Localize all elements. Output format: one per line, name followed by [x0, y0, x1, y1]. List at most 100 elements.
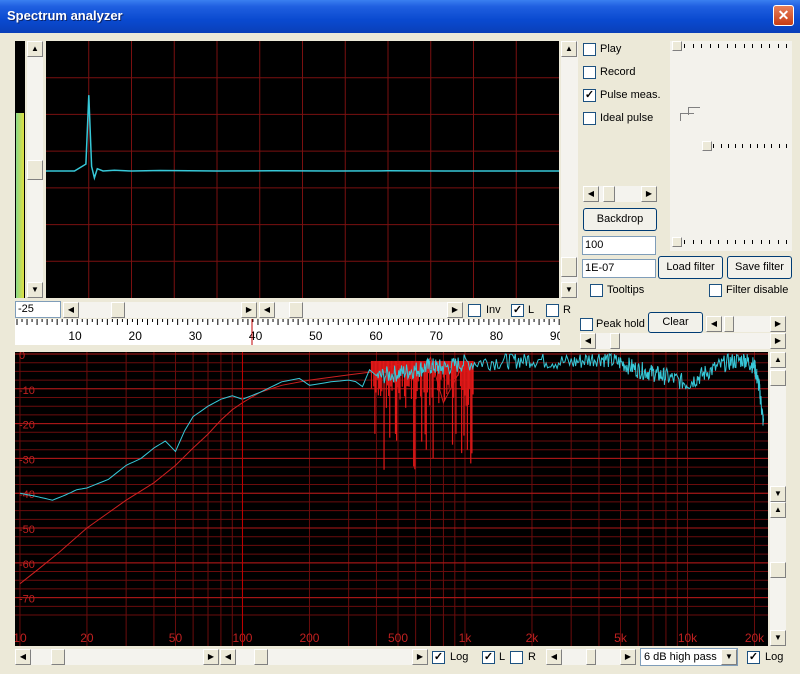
lower-log-label: Log [450, 651, 469, 663]
scroll-down-icon[interactable]: ▼ [770, 486, 786, 502]
scroll-left-icon[interactable]: ◀ [259, 302, 275, 318]
inv-checkbox[interactable] [468, 304, 481, 317]
scroll-thumb[interactable] [111, 302, 125, 318]
scroll-thumb[interactable] [254, 649, 268, 665]
value-1e07-input[interactable]: 1E-07 [582, 259, 656, 278]
slider-tick [764, 144, 766, 148]
scroll-right-icon[interactable]: ▶ [620, 649, 636, 665]
slider-tick [701, 240, 703, 244]
x-tick-label: 20 [80, 631, 94, 645]
time-scroll-1[interactable]: ◀ ▶ [63, 302, 257, 318]
scroll-up-icon[interactable]: ▲ [27, 41, 43, 57]
scroll-thumb[interactable] [27, 160, 43, 180]
filter-sliders-panel[interactable] [670, 41, 792, 251]
slider-thumb[interactable] [672, 237, 682, 247]
peak-hold-label: Peak hold [596, 318, 645, 330]
scroll-thumb[interactable] [770, 370, 786, 386]
freq-range-scrollbar[interactable]: ◀ ▶ [580, 333, 786, 349]
spectrum-hscroll-3[interactable]: ◀ ▶ [546, 649, 636, 665]
chevron-down-icon[interactable]: ▼ [721, 649, 737, 665]
scroll-thumb[interactable] [289, 302, 303, 318]
level-meter [15, 41, 25, 298]
scroll-thumb[interactable] [770, 562, 786, 578]
scroll-left-icon[interactable]: ◀ [220, 649, 236, 665]
filter-slider-bottom[interactable] [670, 237, 792, 251]
spectrum-plot: 0-10-20-30-40-50-60-7010 20 50 100 200 500 1k 2… [15, 352, 768, 646]
spectrum-scrollbar-a[interactable]: ▲ ▼ [770, 352, 786, 502]
filter-type-select[interactable]: 6 dB high pass ▼ [640, 648, 738, 666]
x-tick-label: 10 [15, 631, 27, 645]
scroll-thumb[interactable] [51, 649, 65, 665]
lower-log-checkbox[interactable]: ✓ [432, 651, 445, 664]
value-100-input[interactable]: 100 [582, 236, 656, 255]
spectrum-hscroll-2[interactable]: ◀ ▶ [220, 649, 428, 665]
x-tick-label: 200 [299, 631, 319, 645]
scroll-left-icon[interactable]: ◀ [706, 316, 722, 332]
scroll-thumb[interactable] [724, 316, 734, 332]
slider-tick [735, 144, 737, 148]
x-tick-label: 5k [614, 631, 628, 645]
tooltips-checkbox[interactable] [590, 284, 603, 297]
pulse-meas-checkbox[interactable]: ✓ [583, 89, 596, 102]
ideal-pulse-checkbox[interactable] [583, 112, 596, 125]
upper-l-checkbox[interactable]: ✓ [511, 304, 524, 317]
pulse-scrollbar[interactable]: ◀ ▶ [583, 186, 657, 202]
scroll-thumb[interactable] [610, 333, 620, 349]
slider-thumb[interactable] [672, 41, 682, 51]
scroll-left-icon[interactable]: ◀ [15, 649, 31, 665]
scroll-right-icon[interactable]: ▶ [412, 649, 428, 665]
scroll-down-icon[interactable]: ▼ [770, 630, 786, 646]
load-filter-button[interactable]: Load filter [658, 256, 723, 279]
clear-button[interactable]: Clear [648, 312, 703, 333]
scroll-thumb[interactable] [586, 649, 596, 665]
window-title: Spectrum analyzer [7, 8, 123, 23]
scroll-up-icon[interactable]: ▲ [561, 41, 577, 57]
scroll-right-icon[interactable]: ▶ [241, 302, 257, 318]
filter-slider-top[interactable] [670, 41, 792, 61]
filter-step-b[interactable] [688, 107, 700, 115]
scroll-left-icon[interactable]: ◀ [580, 333, 596, 349]
scroll-left-icon[interactable]: ◀ [63, 302, 79, 318]
x-tick-label: 20k [745, 631, 765, 645]
peak-scrollbar[interactable]: ◀ ▶ [706, 316, 786, 332]
filter-disable-checkbox[interactable] [709, 284, 722, 297]
scroll-left-icon[interactable]: ◀ [583, 186, 599, 202]
scroll-right-icon[interactable]: ▶ [770, 316, 786, 332]
lower-r-checkbox[interactable] [510, 651, 523, 664]
right-log-checkbox[interactable]: ✓ [747, 651, 760, 664]
time-tick-label: 30 [189, 329, 203, 343]
time-scroll-2[interactable]: ◀ ▶ [259, 302, 463, 318]
peak-hold-checkbox[interactable] [580, 318, 593, 331]
backdrop-button[interactable]: Backdrop [583, 208, 657, 231]
time-gain-scrollbar[interactable]: ▲ ▼ [27, 41, 43, 298]
save-filter-button[interactable]: Save filter [727, 256, 792, 279]
spectrum-scrollbar-b[interactable]: ▲ ▼ [770, 502, 786, 646]
scroll-right-icon[interactable]: ▶ [447, 302, 463, 318]
filter-type-value: 6 dB high pass [644, 651, 717, 663]
plot-vertical-scrollbar[interactable]: ▲ ▼ [561, 41, 578, 298]
scroll-down-icon[interactable]: ▼ [27, 282, 43, 298]
close-button[interactable]: ✕ [773, 5, 794, 26]
scroll-thumb[interactable] [561, 257, 577, 277]
time-tick-label: 60 [369, 329, 383, 343]
scroll-thumb[interactable] [603, 186, 615, 202]
play-checkbox[interactable] [583, 43, 596, 56]
slider-thumb[interactable] [702, 141, 712, 151]
time-tick-label: 80 [490, 329, 504, 343]
offset-input[interactable]: -25 [15, 301, 61, 318]
spectrum-analyzer-window: Spectrum analyzer ✕ ▲ ▼ ▲ ▼ Play Record … [0, 0, 800, 674]
scroll-right-icon[interactable]: ▶ [203, 649, 219, 665]
scroll-down-icon[interactable]: ▼ [561, 282, 577, 298]
scroll-right-icon[interactable]: ▶ [770, 333, 786, 349]
scroll-up-icon[interactable]: ▲ [770, 352, 786, 368]
title-bar[interactable]: Spectrum analyzer ✕ [0, 0, 800, 33]
upper-r-checkbox[interactable] [546, 304, 559, 317]
slider-tick [684, 44, 686, 48]
scroll-right-icon[interactable]: ▶ [641, 186, 657, 202]
record-checkbox[interactable] [583, 66, 596, 79]
scroll-left-icon[interactable]: ◀ [546, 649, 562, 665]
lower-l-checkbox[interactable]: ✓ [482, 651, 495, 664]
scroll-up-icon[interactable]: ▲ [770, 502, 786, 518]
filter-slider-mid[interactable] [700, 141, 792, 151]
spectrum-hscroll-1[interactable]: ◀ ▶ [15, 649, 219, 665]
